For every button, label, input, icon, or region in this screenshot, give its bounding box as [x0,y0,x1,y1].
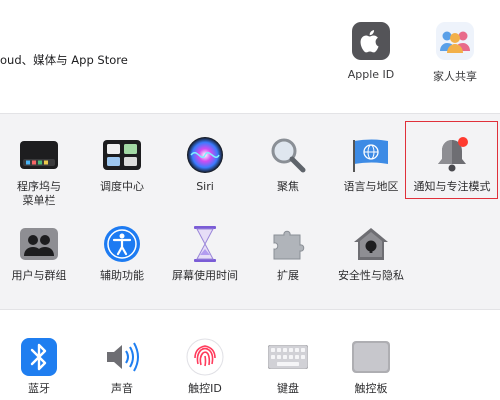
bluetooth-pref[interactable]: 蓝牙 [0,337,78,396]
keyboard-icon [268,337,308,377]
extensions-pref[interactable]: 扩展 [249,224,327,283]
bluetooth-label: 蓝牙 [28,382,50,395]
accessibility-pref[interactable]: 辅助功能 [83,224,161,283]
spotlight-label: 聚焦 [277,180,299,193]
house-lock-icon [351,224,391,264]
account-description: oud、媒体与 App Store [0,53,128,67]
sound-label: 声音 [111,382,133,395]
dock-menubar-icon [19,135,59,175]
hourglass-icon [185,224,225,264]
highlight-box [405,121,498,199]
trackpad-pref[interactable]: 触控板 [332,337,410,396]
keyboard-label: 键盘 [277,382,299,395]
trackpad-label: 触控板 [354,382,388,395]
flag-globe-icon [351,135,391,175]
security-privacy-label: 安全性与隐私 [338,269,404,282]
screen-time-label: 屏幕使用时间 [172,269,238,282]
dock-menubar-label-line: 程序坞与 [17,180,61,193]
family-sharing-icon [436,22,474,60]
account-section: oud、媒体与 App Store Apple ID 家人共享 [0,0,500,113]
apple-id-label: Apple ID [347,68,395,81]
siri-icon [185,135,225,175]
language-region-label: 语言与地区 [343,180,399,193]
touch-id-label: 触控ID [188,382,222,395]
puzzle-piece-icon [268,224,308,264]
accessibility-icon [102,224,142,264]
spotlight-pref[interactable]: 聚焦 [249,135,327,194]
dock-menubar-label: 程序坞与 菜单栏 [0,180,78,208]
apple-logo-icon [352,22,390,60]
siri-pref[interactable]: Siri [166,135,244,194]
dock-menubar-label-line: 菜单栏 [22,194,56,207]
touch-id-pref[interactable]: 触控ID [166,337,244,396]
sound-pref[interactable]: 声音 [83,337,161,396]
security-privacy-pref[interactable]: 安全性与隐私 [332,224,410,283]
family-sharing-pref[interactable]: 家人共享 [420,22,490,84]
trackpad-icon [351,337,391,377]
language-region-pref[interactable]: 语言与地区 [332,135,410,194]
users-groups-icon [19,224,59,264]
screen-time-pref[interactable]: 屏幕使用时间 [166,224,244,283]
users-groups-label: 用户与群组 [11,269,67,282]
siri-label: Siri [196,180,214,193]
keyboard-pref[interactable]: 键盘 [249,337,327,396]
accessibility-label: 辅助功能 [100,269,144,282]
bluetooth-icon [19,337,59,377]
speaker-icon [102,337,142,377]
fingerprint-icon [185,337,225,377]
extensions-label: 扩展 [277,269,299,282]
family-sharing-label: 家人共享 [433,70,477,83]
apple-id-pref[interactable]: Apple ID [336,22,406,81]
users-groups-pref[interactable]: 用户与群组 [0,224,78,283]
mission-control-pref[interactable]: 调度中心 [83,135,161,194]
mission-control-label: 调度中心 [100,180,144,193]
mission-control-icon [102,135,142,175]
dock-menubar-pref[interactable]: 程序坞与 菜单栏 [0,135,78,208]
magnifier-icon [268,135,308,175]
